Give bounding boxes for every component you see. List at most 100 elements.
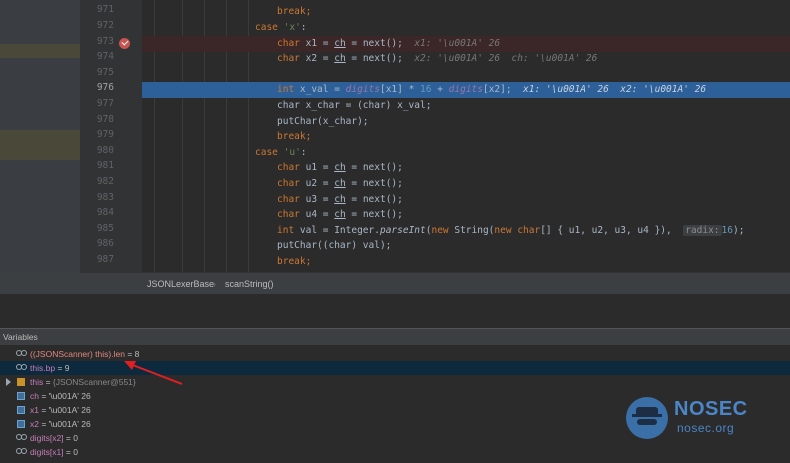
code-text: break; bbox=[277, 6, 312, 17]
line-number-gutter[interactable]: 971 972 973 974 975 976 977 978 979 980 … bbox=[80, 0, 142, 272]
code-text: break; bbox=[277, 256, 312, 267]
code-text: u2 = bbox=[299, 178, 335, 189]
code-text: = next(); bbox=[345, 209, 403, 220]
code-line: putChar((char) val); bbox=[142, 238, 790, 254]
line-number: 973 bbox=[96, 36, 114, 47]
code-line: break; bbox=[142, 129, 790, 145]
variable-value: = bbox=[43, 377, 53, 387]
logo-glasses bbox=[637, 419, 657, 425]
variable-name: this bbox=[30, 377, 44, 387]
code-variable: ch bbox=[334, 53, 346, 64]
variable-row[interactable]: this = {JSONScanner@551} bbox=[0, 375, 790, 389]
breakpoint-line: char x1 = ch = next(); x1: '\u001A' 26 bbox=[142, 36, 790, 52]
variable-value: = 9 bbox=[55, 363, 70, 373]
code-line: break; bbox=[142, 254, 790, 270]
code-text: val = Integer. bbox=[294, 225, 380, 236]
line-number: 979 bbox=[96, 129, 114, 140]
code-keyword: char bbox=[277, 53, 300, 64]
code-text: : bbox=[300, 22, 307, 33]
line-number: 985 bbox=[96, 223, 114, 234]
code-variable: ch bbox=[334, 178, 346, 189]
line-number: 984 bbox=[96, 207, 114, 218]
code-keyword: char bbox=[277, 38, 300, 49]
variables-title: Variables bbox=[3, 332, 38, 342]
code-line: case 'u': bbox=[142, 145, 790, 161]
code-text: [x2]; bbox=[482, 84, 512, 95]
primitive-icon bbox=[17, 392, 25, 400]
variable-value: = 0 bbox=[63, 433, 78, 443]
code-text: = next(); bbox=[345, 53, 403, 64]
code-keyword: char bbox=[277, 194, 300, 205]
code-field: digits bbox=[345, 84, 380, 95]
code-line: int val = Integer.parseInt(new String(ne… bbox=[142, 223, 790, 239]
debugger-frames-area bbox=[0, 294, 790, 328]
object-icon bbox=[17, 378, 25, 386]
inline-debug-value: x1: '\u001A' 26 x2: '\u001A' 26 bbox=[523, 84, 707, 95]
variable-name: x1 bbox=[30, 405, 39, 415]
code-text: [x1] * bbox=[379, 84, 421, 95]
code-number: 16 bbox=[721, 225, 733, 236]
code-editor[interactable]: break; case 'x': char x1 = ch = next(); … bbox=[142, 0, 790, 272]
line-number: 983 bbox=[96, 192, 114, 203]
line-number: 986 bbox=[96, 238, 114, 249]
code-keyword: case bbox=[255, 147, 278, 158]
annotation-arrow-icon bbox=[124, 361, 183, 385]
line-number: 980 bbox=[96, 145, 114, 156]
code-variable: ch bbox=[334, 209, 346, 220]
code-line: char x2 = ch = next(); x2: '\u001A' 26 c… bbox=[142, 51, 790, 67]
watch-row-selected[interactable]: this.bp = 9 bbox=[0, 361, 790, 375]
code-text: u4 = bbox=[299, 209, 335, 220]
code-text: u3 = bbox=[299, 194, 335, 205]
code-text: : bbox=[300, 147, 307, 158]
code-text: u1 = bbox=[299, 162, 335, 173]
code-text: = next(); bbox=[345, 162, 403, 173]
line-number: 971 bbox=[96, 4, 114, 15]
line-number: 977 bbox=[96, 98, 114, 109]
code-keyword: int bbox=[277, 84, 295, 95]
code-number: 16 bbox=[420, 84, 432, 95]
code-keyword: case bbox=[255, 22, 278, 33]
primitive-icon bbox=[17, 420, 25, 428]
side-panel bbox=[0, 0, 80, 272]
expand-arrow-icon[interactable] bbox=[6, 378, 11, 386]
variable-name: ((JSONScanner) this).len bbox=[30, 349, 125, 359]
line-number: 972 bbox=[96, 20, 114, 31]
variable-value: = '\u001A' 26 bbox=[38, 405, 91, 415]
code-text: ); bbox=[732, 225, 745, 236]
code-text: x_val = bbox=[294, 84, 346, 95]
variable-value: = 8 bbox=[124, 349, 140, 359]
breadcrumb-class[interactable]: JSONLexerBase bbox=[147, 273, 214, 295]
breadcrumb-method[interactable]: scanString() bbox=[225, 273, 274, 295]
code-line: char u3 = ch = next(); bbox=[142, 192, 790, 208]
execution-line: int x_val = digits[x1] * 16 + digits[x2]… bbox=[142, 82, 790, 98]
code-text: + bbox=[431, 84, 449, 95]
code-text: = next(); bbox=[345, 178, 403, 189]
code-text: putChar(x_char); bbox=[277, 116, 369, 127]
variable-name: this.bp bbox=[30, 363, 56, 373]
code-line: char u2 = ch = next(); bbox=[142, 176, 790, 192]
side-panel-bottom bbox=[0, 272, 80, 294]
code-text: = next(); bbox=[345, 194, 403, 205]
side-highlight bbox=[0, 44, 80, 58]
code-line: putChar(x_char); bbox=[142, 114, 790, 130]
logo-domain: nosec.org bbox=[677, 421, 735, 435]
watch-row[interactable]: ((JSONScanner) this).len = 8 bbox=[0, 347, 790, 361]
variable-value: = 0 bbox=[63, 447, 78, 457]
line-number: 987 bbox=[96, 254, 114, 265]
code-keyword: char bbox=[277, 178, 300, 189]
variable-value: = '\u001A' 26 bbox=[38, 419, 91, 429]
breakpoint-icon[interactable] bbox=[119, 38, 130, 49]
watch-row[interactable]: digits[x1] = 0 bbox=[0, 445, 790, 459]
variable-value: = '\u001A' 26 bbox=[38, 391, 91, 401]
code-line: char u1 = ch = next(); bbox=[142, 160, 790, 176]
current-line-number: 976 bbox=[96, 82, 114, 93]
code-keyword: new bbox=[494, 225, 512, 236]
breadcrumb: JSONLexerBase › scanString() bbox=[80, 272, 790, 295]
primitive-icon bbox=[17, 406, 25, 414]
breadcrumb-separator: › bbox=[213, 279, 216, 289]
side-highlight bbox=[0, 130, 80, 160]
watch-icon bbox=[16, 364, 27, 372]
code-field: digits bbox=[448, 84, 483, 95]
watch-icon bbox=[16, 350, 27, 358]
variable-name: digits[x1] bbox=[30, 447, 64, 457]
